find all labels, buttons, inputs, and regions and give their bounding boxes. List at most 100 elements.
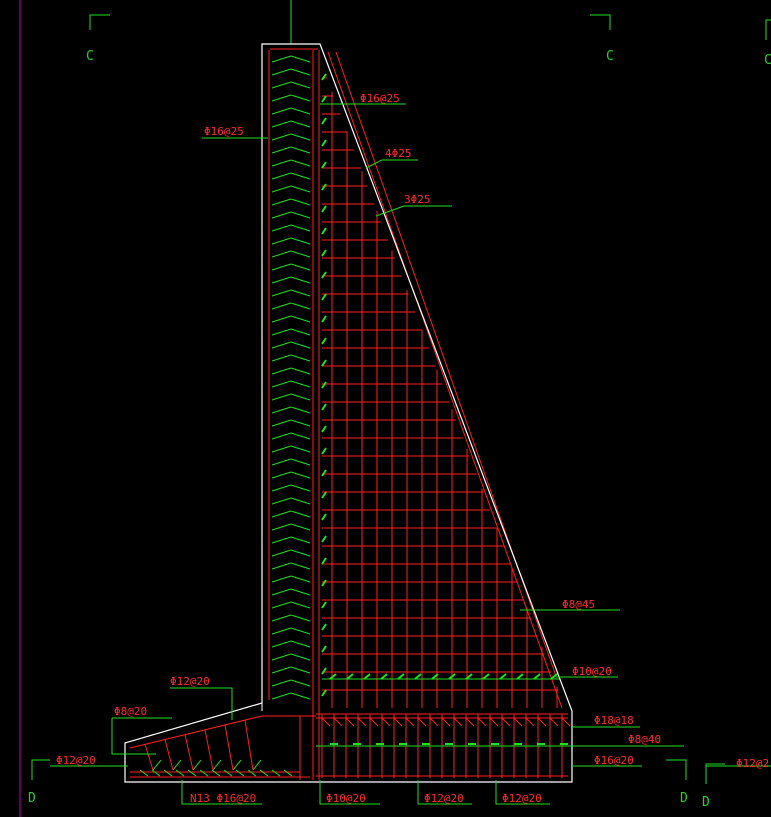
label-toe-end: Φ12@20 bbox=[56, 754, 96, 767]
label-stem-left: Φ16@25 bbox=[204, 125, 244, 138]
toe-bottom-hatch bbox=[163, 769, 173, 777]
stirrup-chevron-left bbox=[271, 471, 292, 479]
stem-stirrups bbox=[271, 55, 311, 700]
toe-diagonal-bar bbox=[244, 720, 254, 771]
inner-face-tick bbox=[321, 227, 327, 235]
stirrup-chevron-left bbox=[271, 237, 292, 245]
inner-face-tick bbox=[321, 271, 327, 279]
stirrup-chevron-right bbox=[290, 601, 311, 609]
heel-stirrup-diag bbox=[321, 717, 331, 727]
horizontal-bar-tick bbox=[516, 673, 524, 680]
stirrup-chevron-left bbox=[271, 601, 292, 609]
heel-stirrup-diag bbox=[333, 717, 343, 727]
toe-bottom-hatch bbox=[139, 769, 149, 777]
reinforcement-grid bbox=[322, 77, 559, 708]
toe-bottom-hatch bbox=[199, 769, 209, 777]
stirrup-chevron-left bbox=[271, 484, 292, 492]
stirrup-chevron-left bbox=[271, 250, 292, 258]
leader-slope-lower bbox=[375, 205, 452, 217]
section-d-right-mark bbox=[666, 759, 687, 780]
stirrup-chevron-right bbox=[290, 94, 311, 102]
toe-reinforcement bbox=[129, 715, 310, 780]
stirrup-chevron-right bbox=[290, 562, 311, 570]
stirrup-chevron-left bbox=[271, 341, 292, 349]
stirrup-chevron-left bbox=[271, 536, 292, 544]
inner-face-tick bbox=[321, 337, 327, 345]
stirrup-chevron-left bbox=[271, 263, 292, 271]
stirrup-chevron-left bbox=[271, 367, 292, 375]
inner-face-tick bbox=[321, 315, 327, 323]
label-bottom-1: Φ10@20 bbox=[326, 792, 366, 805]
inner-face-tick bbox=[321, 183, 327, 191]
toe-bottom-hatch bbox=[235, 769, 245, 777]
stirrup-chevron-right bbox=[290, 666, 311, 674]
inner-face-tick bbox=[321, 535, 327, 543]
section-c-right-mark bbox=[590, 14, 611, 30]
toe-diagonal-bar bbox=[204, 729, 214, 771]
stirrup-chevron-right bbox=[290, 198, 311, 206]
stirrup-chevron-right bbox=[290, 588, 311, 596]
inner-face-tick bbox=[321, 447, 327, 455]
stirrup-chevron-right bbox=[290, 185, 311, 193]
inner-face-tick bbox=[321, 73, 327, 81]
toe-hook bbox=[232, 759, 242, 771]
label-heel-bottom: Φ16@20 bbox=[594, 754, 634, 767]
inner-face-tick bbox=[321, 689, 327, 697]
stirrup-chevron-right bbox=[290, 380, 311, 388]
label-stem-top: Φ16@25 bbox=[360, 92, 400, 105]
wall-outline bbox=[124, 43, 573, 783]
stirrup-chevron-left bbox=[271, 94, 292, 102]
stirrup-chevron-left bbox=[271, 120, 292, 128]
inner-face-tick bbox=[321, 491, 327, 499]
label-heel-mid: Φ8@40 bbox=[628, 733, 661, 746]
section-d-left-label: D bbox=[28, 791, 36, 806]
inner-face-tick bbox=[321, 425, 327, 433]
stirrup-chevron-right bbox=[290, 679, 311, 687]
toe-hook bbox=[172, 759, 182, 771]
inner-face-tick bbox=[321, 161, 327, 169]
stirrup-chevron-right bbox=[290, 692, 311, 700]
stirrup-chevron-left bbox=[271, 159, 292, 167]
stirrup-chevron-left bbox=[271, 172, 292, 180]
section-c-far-right-label: C bbox=[764, 53, 771, 68]
stirrup-chevron-left bbox=[271, 640, 292, 648]
stirrup-chevron-left bbox=[271, 380, 292, 388]
stirrup-chevron-right bbox=[290, 263, 311, 271]
stirrup-chevron-right bbox=[290, 133, 311, 141]
stirrup-chevron-right bbox=[290, 81, 311, 89]
heel-stirrup-diag bbox=[525, 717, 535, 727]
toe-bottom-hatch bbox=[223, 769, 233, 777]
toe-hook bbox=[192, 759, 202, 771]
stirrup-chevron-right bbox=[290, 614, 311, 622]
label-horizontal-mid: Φ8@45 bbox=[562, 598, 595, 611]
stirrup-chevron-right bbox=[290, 393, 311, 401]
retaining-wall-drawing: C C C D D D Φ16@25 Φ16@25 4Φ25 3Φ25 Φ8@4… bbox=[19, 0, 771, 817]
stirrup-chevron-left bbox=[271, 588, 292, 596]
horizontal-bar-tick bbox=[414, 673, 422, 680]
inner-face-tick bbox=[321, 513, 327, 521]
stirrup-chevron-left bbox=[271, 211, 292, 219]
horizontal-bar-tick bbox=[380, 673, 388, 680]
stirrup-chevron-right bbox=[290, 289, 311, 297]
stirrup-chevron-right bbox=[290, 146, 311, 154]
horizontal-bar-tick bbox=[482, 673, 490, 680]
label-slope-lower: 3Φ25 bbox=[404, 193, 431, 206]
stirrup-chevron-left bbox=[271, 224, 292, 232]
heel-stirrup-diag bbox=[417, 717, 427, 727]
stirrup-chevron-left bbox=[271, 354, 292, 362]
label-toe-top: Φ12@20 bbox=[170, 675, 210, 688]
section-d-far-right-mark bbox=[705, 763, 725, 784]
leader-lines bbox=[50, 103, 771, 805]
horizontal-bar-tick bbox=[533, 673, 541, 680]
stirrup-chevron-right bbox=[290, 627, 311, 635]
stirrup-chevron-left bbox=[271, 614, 292, 622]
stirrup-chevron-left bbox=[271, 55, 292, 63]
stirrup-chevron-left bbox=[271, 510, 292, 518]
heel-stirrup-diag bbox=[549, 717, 559, 727]
stirrup-chevron-right bbox=[290, 120, 311, 128]
inner-face-tick bbox=[321, 205, 327, 213]
stirrup-chevron-right bbox=[290, 315, 311, 323]
label-bottom-2: Φ12@20 bbox=[424, 792, 464, 805]
heel-stirrup-diag bbox=[501, 717, 511, 727]
inner-face-tick bbox=[321, 601, 327, 609]
